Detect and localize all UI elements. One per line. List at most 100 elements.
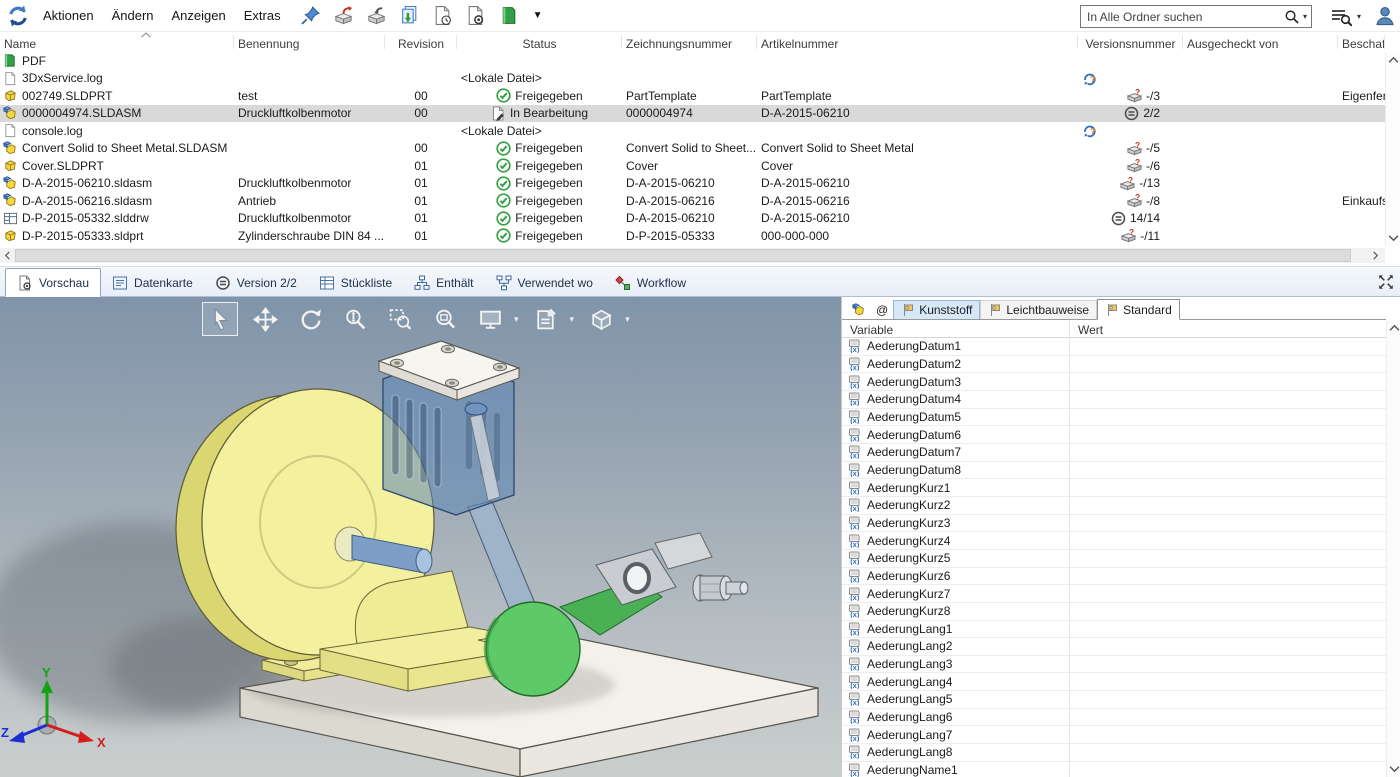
tab-datenkarte[interactable]: Datenkarte xyxy=(101,269,204,296)
variable-row[interactable]: (x)AederungKurz7 xyxy=(842,585,1386,603)
variable-row[interactable]: (x)AederungKurz5 xyxy=(842,550,1386,568)
scroll-up-icon[interactable] xyxy=(1388,56,1399,64)
check-out-button[interactable] xyxy=(330,3,357,29)
column-header-zeichnungsnummer[interactable]: Zeichnungsnummer xyxy=(622,32,757,52)
variables-scrollbar[interactable] xyxy=(1386,320,1400,777)
variable-row[interactable]: (x)AederungDatum5 xyxy=(842,409,1386,427)
variable-row[interactable]: (x)AederungDatum4 xyxy=(842,391,1386,409)
variable-row[interactable]: (x)AederungDatum8 xyxy=(842,462,1386,480)
zoom-in-out-tool-button[interactable] xyxy=(337,302,373,336)
table-row[interactable]: Convert Solid to Sheet Metal.SLDASM00Fre… xyxy=(0,140,1385,158)
table-row[interactable]: 3DxService.log<Lokale Datei>? xyxy=(0,70,1385,88)
variable-row[interactable]: (x)AederungKurz6 xyxy=(842,568,1386,586)
check-in-button[interactable] xyxy=(363,3,390,29)
column-header-benennung[interactable]: Benennung xyxy=(234,32,385,52)
column-header-status[interactable]: Status xyxy=(457,32,622,52)
table-row[interactable]: Cover.SLDPRT01FreigegebenCoverCover?-/6 xyxy=(0,157,1385,175)
expand-panel-icon[interactable] xyxy=(1377,273,1395,291)
pan-tool-button[interactable] xyxy=(247,302,283,336)
table-vertical-scrollbar[interactable] xyxy=(1385,52,1400,246)
table-row[interactable]: D-A-2015-06216.sldasmAntrieb01Freigegebe… xyxy=(0,192,1385,210)
view-orientation-tool-button[interactable] xyxy=(583,302,619,336)
get-latest-version-button[interactable] xyxy=(396,3,423,29)
preview-viewport[interactable]: Y X Z ▾ ▾ ▾ xyxy=(0,297,841,777)
variable-row[interactable]: (x)AederungKurz3 xyxy=(842,515,1386,533)
preview-3d-model[interactable]: Y X Z xyxy=(0,297,841,777)
menu-aktionen[interactable]: Aktionen xyxy=(34,3,103,28)
tab-enthält[interactable]: Enthält xyxy=(403,269,484,296)
menu-ändern[interactable]: Ändern xyxy=(103,3,163,28)
scroll-down-icon[interactable] xyxy=(1388,234,1399,242)
config-tab-standard[interactable]: Standard xyxy=(1097,299,1180,320)
variable-row[interactable]: (x)AederungLang2 xyxy=(842,638,1386,656)
display-style-tool-button[interactable] xyxy=(472,302,508,336)
variable-row[interactable]: (x)AederungKurz2 xyxy=(842,497,1386,515)
variable-row[interactable]: (x)AederungLang8 xyxy=(842,744,1386,762)
scroll-right-icon[interactable] xyxy=(1371,251,1380,260)
version-history-button[interactable] xyxy=(429,3,456,29)
scroll-left-icon[interactable] xyxy=(3,251,12,260)
variable-row[interactable]: (x)AederungDatum1 xyxy=(842,338,1386,356)
file-tab[interactable] xyxy=(847,300,871,319)
table-row[interactable]: 002749.SLDPRTtest00FreigegebenPartTempla… xyxy=(0,87,1385,105)
scrollbar-thumb[interactable] xyxy=(15,249,1351,262)
variable-row[interactable]: (x)AederungKurz4 xyxy=(842,532,1386,550)
table-row[interactable]: D-P-2015-05333.sldprtZylinderschraube DI… xyxy=(0,227,1385,245)
column-header-ausgecheckt-von[interactable]: Ausgecheckt von xyxy=(1183,32,1338,52)
search-tool-caret-icon[interactable]: ▾ xyxy=(1357,12,1361,21)
variable-row[interactable]: (x)AederungLang7 xyxy=(842,726,1386,744)
variable-row[interactable]: (x)AederungLang6 xyxy=(842,709,1386,727)
open-vault-view-button[interactable] xyxy=(495,3,522,29)
rotate-tool-button[interactable] xyxy=(292,302,328,336)
search-icon[interactable] xyxy=(1284,9,1299,24)
column-header-name[interactable]: Name xyxy=(0,32,234,52)
more-tools-caret-icon[interactable]: ▼ xyxy=(533,10,543,21)
variable-row[interactable]: (x)AederungDatum2 xyxy=(842,356,1386,374)
zoom-area-tool-button[interactable] xyxy=(382,302,418,336)
variable-row[interactable]: (x)AederungName1 xyxy=(842,762,1386,777)
tab-version-2-2[interactable]: Version 2/2 xyxy=(204,269,308,296)
view-orientation-dropdown-caret-icon[interactable]: ▾ xyxy=(625,314,630,325)
search-tool-icon[interactable] xyxy=(1330,7,1352,26)
table-horizontal-scrollbar[interactable] xyxy=(0,248,1385,263)
variable-row[interactable]: (x)AederungDatum7 xyxy=(842,444,1386,462)
column-header-versionsnummer[interactable]: Versionsnummer xyxy=(1078,32,1183,52)
tab-workflow[interactable]: Workflow xyxy=(604,269,697,296)
config-tab-[interactable]: @ xyxy=(871,300,893,319)
zoom-fit-tool-button[interactable] xyxy=(427,302,463,336)
annotations-dropdown-caret-icon[interactable]: ▾ xyxy=(570,314,575,325)
variable-row[interactable]: (x)AederungKurz8 xyxy=(842,603,1386,621)
tab-verwendet-wo[interactable]: Verwendet wo xyxy=(485,269,604,296)
display-style-dropdown-caret-icon[interactable]: ▾ xyxy=(514,314,519,325)
scroll-down-icon[interactable] xyxy=(1389,765,1400,773)
menu-anzeigen[interactable]: Anzeigen xyxy=(163,3,235,28)
scroll-up-icon[interactable] xyxy=(1389,324,1400,332)
variable-row[interactable]: (x)AederungKurz1 xyxy=(842,479,1386,497)
search-input[interactable] xyxy=(1081,10,1284,24)
annotations-tool-button[interactable] xyxy=(528,302,564,336)
menu-extras[interactable]: Extras xyxy=(235,3,290,28)
preview-document-button[interactable] xyxy=(462,3,489,29)
search-options-caret-icon[interactable]: ▾ xyxy=(1303,12,1307,21)
variable-row[interactable]: (x)AederungLang4 xyxy=(842,673,1386,691)
column-header-revision[interactable]: Revision xyxy=(385,32,457,52)
variable-row[interactable]: (x)AederungLang1 xyxy=(842,621,1386,639)
variable-row[interactable]: (x)AederungDatum6 xyxy=(842,426,1386,444)
column-header-artikelnummer[interactable]: Artikelnummer xyxy=(757,32,1078,52)
table-row[interactable]: 0000004974.SLDASMDruckluftkolbenmotor00I… xyxy=(0,105,1385,123)
tab-vorschau[interactable]: Vorschau xyxy=(5,268,101,297)
config-tab-leichtbauweise[interactable]: Leichtbauweise xyxy=(980,300,1097,319)
table-row[interactable]: PDF xyxy=(0,52,1385,70)
table-row[interactable]: D-A-2015-06210.sldasmDruckluftkolbenmoto… xyxy=(0,175,1385,193)
column-header-beschaff[interactable]: Beschaff xyxy=(1338,32,1385,52)
variable-row[interactable]: (x)AederungDatum3 xyxy=(842,373,1386,391)
variable-row[interactable]: (x)AederungLang5 xyxy=(842,691,1386,709)
tab-stückliste[interactable]: Stückliste xyxy=(308,269,403,296)
variable-row[interactable]: (x)AederungLang3 xyxy=(842,656,1386,674)
user-profile-icon[interactable] xyxy=(1374,5,1396,27)
select-tool-button[interactable] xyxy=(202,302,238,336)
table-row[interactable]: console.log<Lokale Datei>? xyxy=(0,122,1385,140)
config-tab-kunststoff[interactable]: Kunststoff xyxy=(893,300,980,319)
pin-button[interactable] xyxy=(297,3,324,29)
table-row[interactable]: D-P-2015-05332.slddrwDruckluftkolbenmoto… xyxy=(0,210,1385,228)
